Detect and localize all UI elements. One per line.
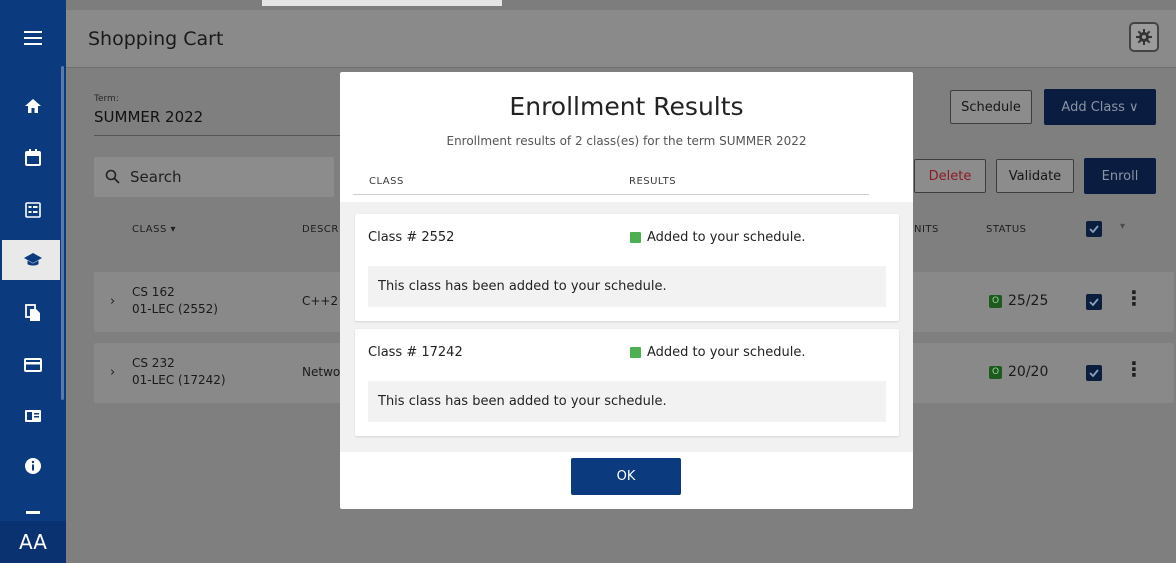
divider — [353, 194, 869, 195]
sidebar-scrollbar[interactable] — [61, 66, 64, 400]
open-seat-icon: O — [989, 365, 1002, 379]
page-title: Shopping Cart — [88, 28, 224, 50]
status-badge: O 25/25 — [989, 293, 1048, 309]
delete-button[interactable]: Delete — [914, 159, 986, 193]
success-icon — [630, 347, 641, 358]
chevron-right-icon[interactable]: › — [110, 365, 115, 380]
class-section: 01-LEC (17242) — [132, 373, 226, 387]
menu-icon[interactable] — [22, 27, 44, 49]
text-size-button[interactable]: AA — [0, 521, 66, 563]
search-input[interactable]: Search — [94, 157, 334, 197]
result-message: This class has been added to your schedu… — [368, 266, 886, 307]
result-message: This class has been added to your schedu… — [368, 381, 886, 422]
results-list: Class # 2552 Added to your schedule. Thi… — [340, 202, 913, 452]
id-card-icon[interactable] — [22, 405, 44, 427]
result-class: Class # 17242 — [368, 345, 463, 360]
grid-icon[interactable] — [22, 199, 44, 221]
more-options-icon[interactable]: ⋮ — [1124, 286, 1144, 310]
result-status: Added to your schedule. — [630, 230, 806, 245]
class-description: C++2 — [302, 294, 339, 308]
ok-button[interactable]: OK — [571, 458, 681, 495]
calendar-icon[interactable] — [22, 146, 44, 168]
term-label: Term: — [94, 94, 119, 104]
dialog-title: Enrollment Results — [509, 92, 744, 121]
validate-button[interactable]: Validate — [996, 159, 1074, 193]
class-code: CS 162 — [132, 285, 175, 299]
result-status: Added to your schedule. — [630, 345, 806, 360]
home-icon[interactable] — [22, 95, 44, 117]
column-header-units[interactable]: NITS — [914, 224, 939, 235]
search-icon — [105, 169, 120, 184]
class-section: 01-LEC (2552) — [132, 302, 218, 316]
add-class-button[interactable]: Add Class ∨ — [1044, 89, 1156, 125]
chevron-down-icon[interactable]: ▾ — [1120, 221, 1125, 232]
schedule-button[interactable]: Schedule — [950, 90, 1032, 124]
gear-icon — [1136, 29, 1152, 45]
page-header: Shopping Cart — [66, 10, 1176, 68]
chevron-right-icon[interactable]: › — [110, 294, 115, 309]
term-value: SUMMER 2022 — [94, 108, 204, 126]
graduation-cap-icon[interactable] — [22, 249, 44, 271]
dialog-column-class: CLASS — [369, 176, 404, 187]
dialog-subtitle: Enrollment results of 2 class(es) for th… — [446, 134, 807, 148]
class-description: Netwo — [302, 365, 341, 379]
row-checkbox[interactable] — [1086, 365, 1102, 381]
sidebar: AA — [0, 0, 66, 563]
class-code: CS 232 — [132, 356, 175, 370]
status-badge: O 20/20 — [989, 364, 1048, 380]
result-card: Class # 17242 Added to your schedule. Th… — [355, 329, 899, 436]
column-header-description[interactable]: DESCR — [302, 224, 339, 235]
search-placeholder: Search — [130, 168, 182, 186]
enrollment-results-dialog: Enrollment Results Enrollment results of… — [340, 72, 913, 509]
enroll-button[interactable]: Enroll — [1084, 158, 1156, 194]
dialog-column-results: RESULTS — [629, 176, 677, 187]
seat-count: 20/20 — [1008, 364, 1049, 380]
result-class: Class # 2552 — [368, 230, 455, 245]
open-seat-icon: O — [989, 294, 1002, 308]
info-icon[interactable] — [22, 455, 44, 477]
result-card: Class # 2552 Added to your schedule. Thi… — [355, 214, 899, 321]
more-options-icon[interactable]: ⋮ — [1124, 357, 1144, 381]
settings-button[interactable] — [1129, 22, 1159, 52]
select-all-checkbox[interactable] — [1086, 221, 1102, 237]
browser-tab-strip — [262, 0, 502, 6]
column-header-status[interactable]: STATUS — [986, 224, 1027, 235]
documents-icon[interactable] — [22, 302, 44, 324]
credit-card-icon[interactable] — [22, 354, 44, 376]
success-icon — [630, 232, 641, 243]
row-checkbox[interactable] — [1086, 294, 1102, 310]
seat-count: 25/25 — [1008, 293, 1049, 309]
column-header-class[interactable]: CLASS ▾ — [132, 224, 176, 235]
